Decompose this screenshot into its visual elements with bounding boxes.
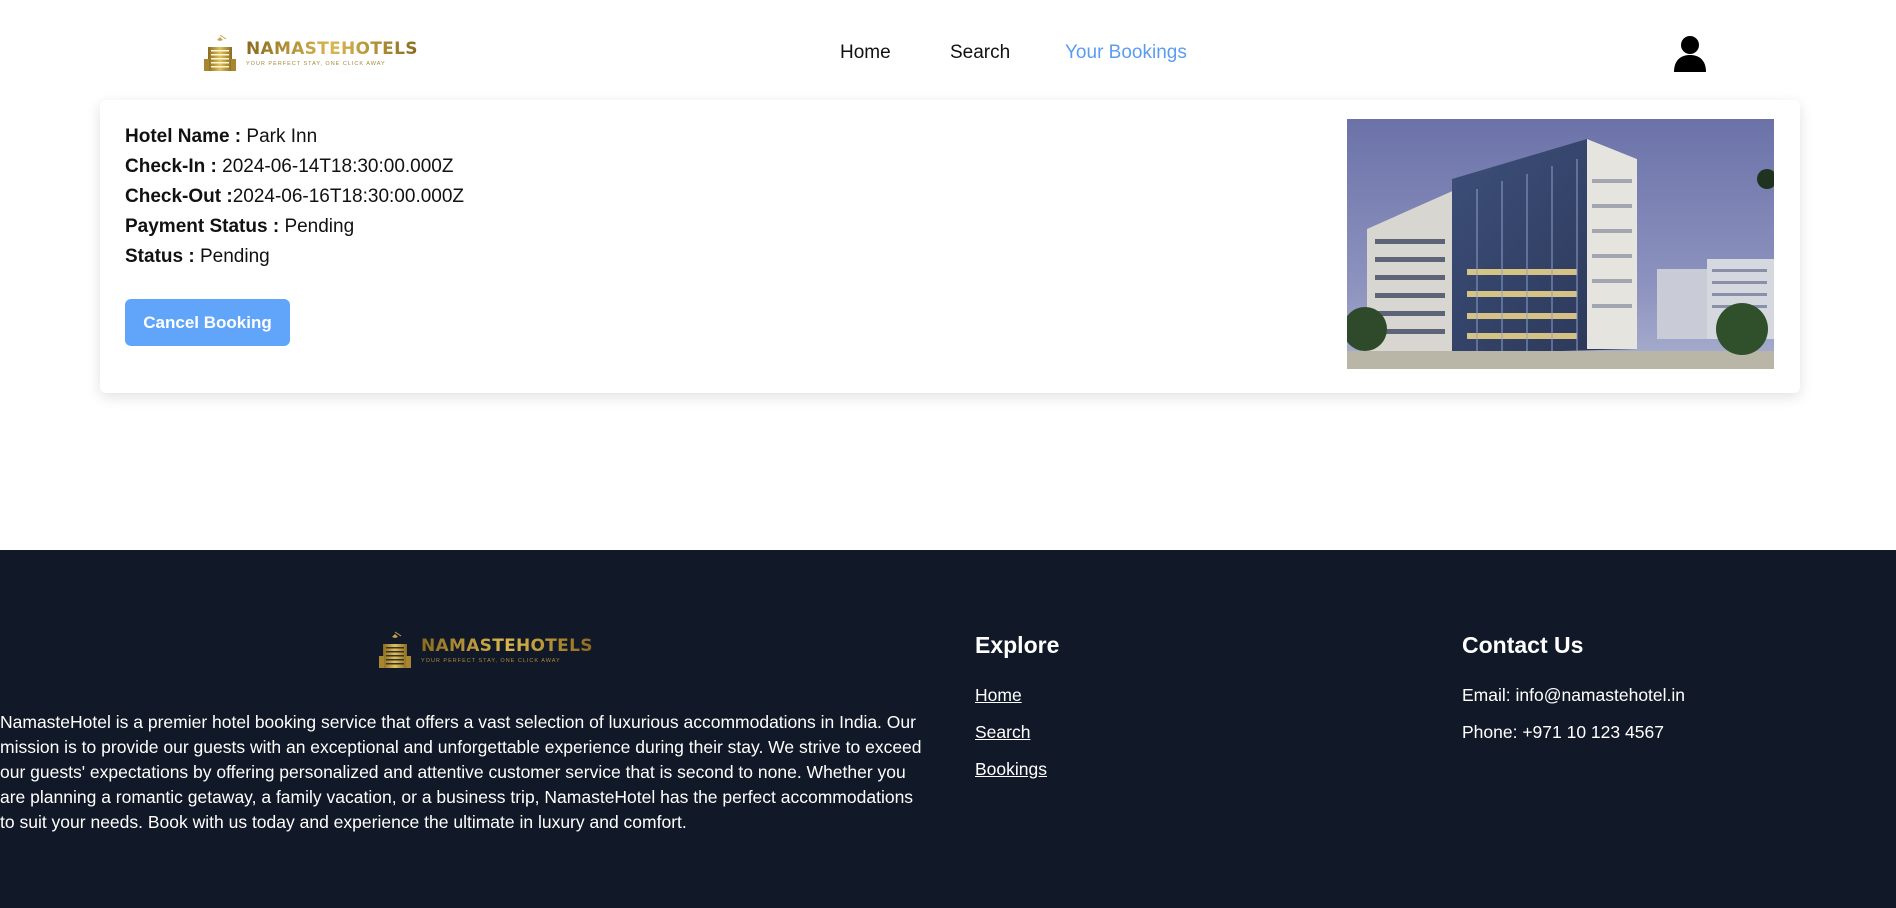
booking-details: Hotel Name : Park Inn Check-In : 2024-06…	[125, 122, 464, 272]
footer-phone: Phone: +971 10 123 4567	[1462, 722, 1664, 742]
hotel-name-label: Hotel Name :	[125, 126, 242, 147]
checkin-row: Check-In : 2024-06-14T18:30:00.000Z	[125, 152, 464, 182]
footer-about-text: NamasteHotel is a premier hotel booking …	[0, 712, 922, 832]
footer-contact-section: Contact Us Email: info@namastehotel.in P…	[1462, 632, 1685, 759]
payment-status-value: Pending	[284, 216, 355, 237]
checkout-row: Check-Out :2024-06-16T18:30:00.000Z	[125, 182, 464, 212]
cancel-booking-button[interactable]: Cancel Booking	[125, 299, 290, 346]
footer-explore-heading: Explore	[975, 632, 1060, 658]
footer-logo-tagline: YOUR PERFECT STAY, ONE CLICK AWAY	[421, 658, 561, 664]
hotel-name-row: Hotel Name : Park Inn	[125, 122, 464, 152]
nav-home-link[interactable]: Home	[840, 42, 891, 64]
user-icon[interactable]	[1672, 34, 1708, 72]
hotel-building-icon	[379, 631, 411, 668]
checkout-value: 2024-06-16T18:30:00.000Z	[232, 186, 465, 207]
footer-search-link[interactable]: Search	[975, 722, 1059, 743]
hotel-building-icon	[204, 34, 236, 71]
status-row: Status : Pending	[125, 242, 464, 272]
nav-search-link[interactable]: Search	[950, 42, 1010, 64]
footer-home-link[interactable]: Home	[975, 685, 1059, 706]
hotel-photo	[1347, 119, 1774, 369]
footer-contact-heading: Contact Us	[1462, 632, 1584, 658]
hotel-name-value: Park Inn	[246, 126, 318, 147]
footer-logo-brand-text: NAMASTEHOTELS	[421, 636, 593, 656]
site-logo[interactable]: NAMASTEHOTELS YOUR PERFECT STAY, ONE CLI…	[200, 33, 418, 73]
footer-logo[interactable]: NAMASTEHOTELS YOUR PERFECT STAY, ONE CLI…	[375, 630, 593, 670]
payment-status-row: Payment Status : Pending	[125, 212, 464, 242]
footer-bookings-link[interactable]: Bookings	[975, 759, 1059, 780]
checkin-value: 2024-06-14T18:30:00.000Z	[222, 156, 454, 177]
logo-tagline: YOUR PERFECT STAY, ONE CLICK AWAY	[246, 61, 386, 67]
booking-card: Hotel Name : Park Inn Check-In : 2024-06…	[100, 100, 1800, 393]
footer-email: Email: info@namastehotel.in	[1462, 685, 1686, 705]
site-footer: NAMASTEHOTELS YOUR PERFECT STAY, ONE CLI…	[0, 550, 1896, 908]
status-label: Status :	[125, 246, 195, 267]
status-value: Pending	[199, 246, 270, 267]
checkin-label: Check-In :	[125, 156, 217, 177]
payment-status-label: Payment Status :	[125, 216, 280, 237]
site-header: NAMASTEHOTELS YOUR PERFECT STAY, ONE CLI…	[0, 0, 1896, 100]
footer-explore-section: Explore Home Search Bookings	[975, 632, 1059, 796]
checkout-label: Check-Out :	[125, 186, 233, 207]
logo-brand-text: NAMASTEHOTELS	[246, 39, 418, 59]
nav-your-bookings-link[interactable]: Your Bookings	[1065, 42, 1187, 64]
